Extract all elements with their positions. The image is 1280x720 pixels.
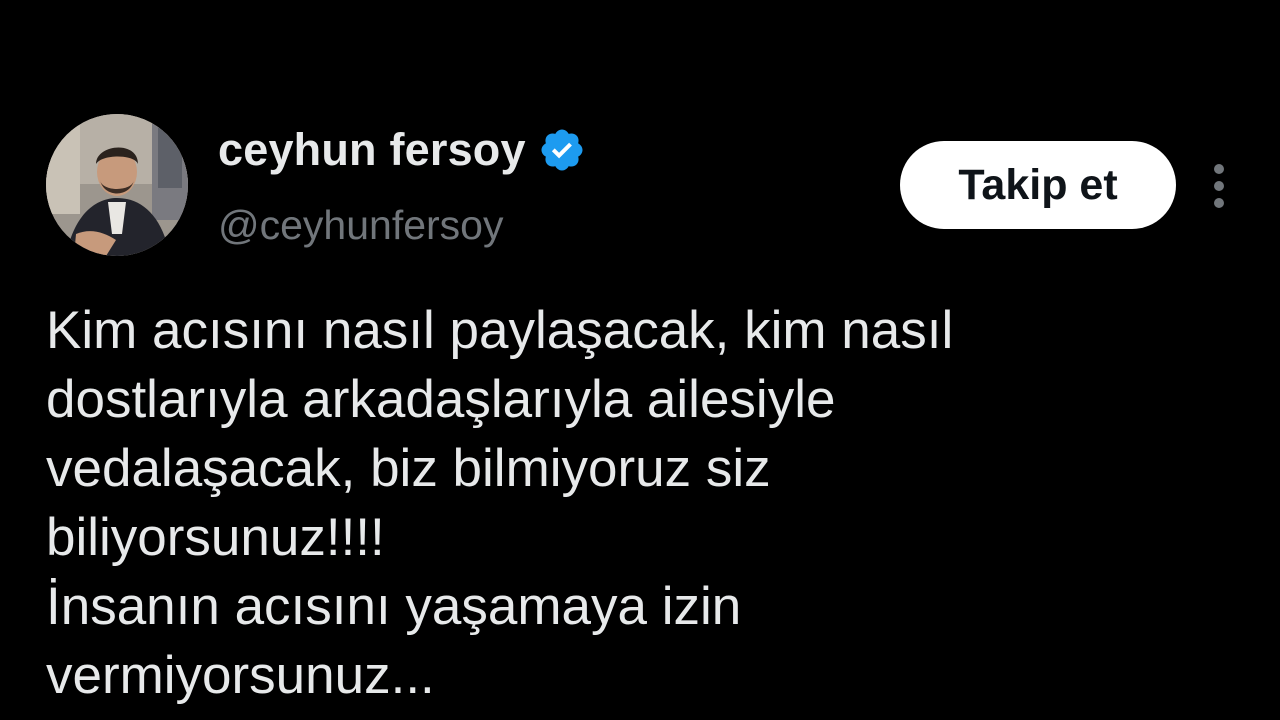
- tweet-line: İnsanın acısını yaşamaya izin: [46, 577, 742, 636]
- tweet-line: dostlarıyla arkadaşlarıyla ailesiyle: [46, 370, 836, 429]
- tweet-line: biliyorsunuz!!!!: [46, 508, 385, 567]
- avatar[interactable]: [46, 114, 188, 256]
- tweet-line: vermiyorsunuz...: [46, 646, 435, 705]
- display-name-text: ceyhun fersoy: [218, 124, 526, 175]
- tweet-card: ceyhun fersoy @ceyhunfersoy Takip et Kim…: [0, 0, 1280, 720]
- more-vertical-icon: [1214, 164, 1224, 208]
- more-options-button[interactable]: [1202, 158, 1236, 214]
- author-display-name[interactable]: ceyhun fersoy: [218, 124, 586, 176]
- avatar-photo: [46, 114, 188, 256]
- follow-button[interactable]: Takip et: [900, 141, 1176, 229]
- verified-badge-icon: [538, 126, 586, 174]
- author-handle[interactable]: @ceyhunfersoy: [218, 202, 503, 249]
- tweet-line: vedalaşacak, biz bilmiyoruz siz: [46, 439, 771, 498]
- tweet-text: Kim acısını nasıl paylaşacak, kim nasıl …: [46, 296, 1226, 710]
- tweet-line: Kim acısını nasıl paylaşacak, kim nasıl: [46, 301, 954, 360]
